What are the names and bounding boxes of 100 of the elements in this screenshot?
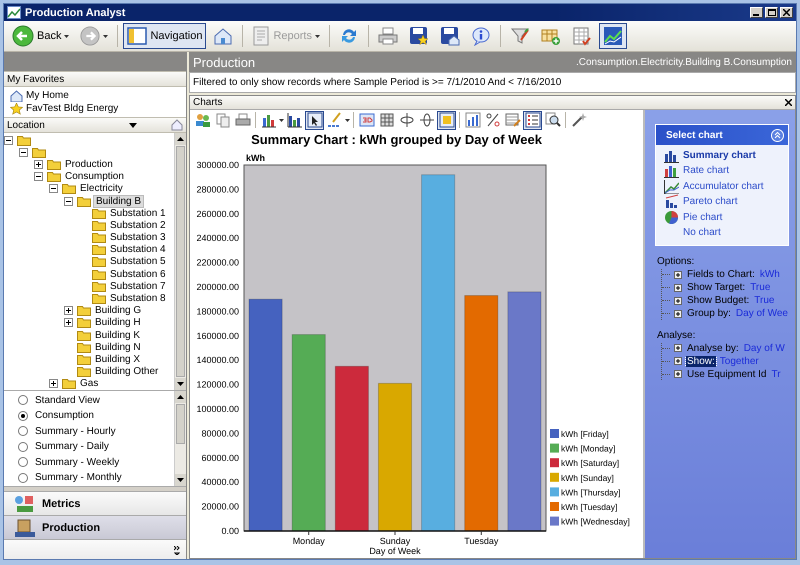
print-icon [378, 26, 398, 46]
tree-item[interactable]: Building X [93, 354, 142, 365]
expand-icon[interactable] [674, 310, 682, 318]
home-icon[interactable] [171, 119, 183, 131]
table-edit-button[interactable] [503, 110, 522, 130]
print-icon [234, 112, 250, 128]
tree-item[interactable]: Substation 1 [108, 208, 168, 219]
tree-item[interactable]: Substation 7 [108, 280, 168, 292]
favorite-item[interactable]: My Home [26, 90, 69, 101]
back-button[interactable]: Back [8, 23, 74, 49]
expand-icon[interactable] [674, 344, 682, 352]
view-option[interactable]: Summary - Hourly [35, 426, 116, 436]
scrollbar[interactable] [174, 133, 186, 390]
zoom-button[interactable] [543, 110, 562, 130]
collapse-icon[interactable] [49, 184, 58, 194]
y-tick-label: 140000.00 [196, 355, 239, 366]
tree-item[interactable]: Substation 3 [108, 232, 168, 244]
home-icon [10, 90, 23, 102]
3d-button[interactable] [357, 110, 376, 130]
folder-icon [92, 232, 106, 244]
tree-item[interactable]: Substation 6 [108, 268, 168, 280]
chart-edit-button[interactable] [463, 110, 482, 130]
percent-icon [484, 112, 500, 128]
favorite-item[interactable]: FavTest Bldg Energy [26, 103, 118, 114]
close-button[interactable] [780, 7, 793, 18]
tree-item[interactable]: Building H [93, 317, 143, 328]
chart-type-link[interactable]: No chart [664, 226, 788, 239]
report-icon [252, 26, 270, 46]
tree-item[interactable]: Building G [93, 305, 144, 316]
expand-icon[interactable] [674, 284, 682, 292]
expand-icon[interactable] [674, 296, 682, 305]
chart-type-link[interactable]: Rate chart [664, 164, 788, 177]
tree-item[interactable]: Substation 8 [108, 293, 168, 304]
tree-item[interactable]: Substation 5 [108, 256, 168, 268]
close-icon[interactable] [785, 99, 792, 106]
pointer-button[interactable] [305, 110, 324, 130]
expand-icon[interactable] [64, 306, 73, 316]
property-label[interactable]: Fields to Chart: [686, 269, 756, 280]
property-label[interactable]: Use Equipment Id [686, 368, 768, 380]
navigation-pane-button[interactable]: Production [4, 515, 186, 539]
radio-button[interactable] [18, 426, 28, 436]
scroll-down-icon[interactable] [177, 382, 184, 386]
property-label[interactable]: Show Budget: [686, 295, 750, 306]
radio-button[interactable] [18, 442, 28, 452]
view-option[interactable]: Summary - Monthly [35, 472, 122, 483]
tree-item[interactable]: Building N [93, 342, 143, 353]
expand-icon[interactable] [64, 318, 73, 328]
chart-type-link[interactable]: Summary chart [664, 149, 788, 162]
view-option[interactable]: Consumption [35, 410, 94, 421]
tree-item[interactable]: Substation 4 [108, 244, 168, 256]
chart-type-link[interactable]: Pareto chart [664, 196, 788, 208]
radio-button[interactable] [18, 472, 28, 482]
tree-item[interactable]: Electricity [78, 183, 125, 194]
radio-button[interactable] [18, 457, 28, 467]
navigation-button[interactable]: Navigation [123, 23, 206, 49]
chart-button[interactable] [285, 110, 304, 130]
navigation-pane-button[interactable]: Metrics [4, 491, 186, 515]
view-option[interactable]: Standard View [35, 394, 100, 406]
expand-icon[interactable] [34, 160, 43, 169]
tree-item[interactable]: Building Other [93, 366, 160, 378]
flip-button[interactable] [417, 110, 436, 130]
dropdown-arrow-icon[interactable] [128, 122, 137, 128]
folder-icon [92, 293, 106, 304]
minimize-button[interactable] [750, 7, 763, 18]
collapse-icon[interactable] [4, 136, 13, 145]
scroll-up-icon[interactable] [177, 395, 184, 399]
scroll-down-icon[interactable] [177, 478, 184, 482]
tree-item[interactable]: Substation 2 [108, 220, 168, 231]
scroll-up-icon[interactable] [177, 137, 184, 141]
tree-item[interactable]: Building K [93, 330, 142, 341]
expand-icon[interactable] [674, 370, 682, 378]
people-icon [194, 112, 210, 128]
chart-edit-icon [464, 112, 480, 128]
view-option[interactable]: Summary - Daily [35, 441, 109, 452]
tree-item[interactable]: Gas [78, 378, 100, 390]
expand-icon[interactable] [674, 357, 682, 366]
tree-item[interactable]: Building B [93, 194, 144, 208]
property-label[interactable]: Group by: [686, 308, 732, 320]
view-option[interactable]: Summary - Weekly [35, 456, 120, 468]
radio-button[interactable] [18, 395, 28, 405]
expand-icon[interactable] [674, 270, 682, 279]
collapse-icon[interactable] [64, 196, 73, 206]
collapse-icon[interactable] [19, 148, 28, 157]
maximize-button[interactable] [765, 7, 778, 18]
chevron-icon[interactable] [174, 546, 180, 555]
expand-icon[interactable] [49, 379, 58, 388]
chart-type-link[interactable]: Pie chart [664, 211, 788, 224]
property-label[interactable]: Analyse by: [686, 342, 740, 354]
scrollbar[interactable] [174, 391, 186, 486]
tree-item[interactable]: Production [63, 158, 115, 170]
property-label[interactable]: Show Target: [686, 282, 746, 294]
collapse-icon[interactable] [34, 172, 43, 182]
radio-button[interactable] [18, 410, 28, 420]
chart-type-link[interactable]: Accumulator chart [664, 180, 788, 192]
tree-item[interactable]: Consumption [63, 171, 126, 182]
chart-button[interactable] [598, 23, 627, 49]
folder-icon [62, 378, 76, 390]
line-chart-icon [602, 26, 623, 46]
legend-button[interactable] [523, 110, 542, 130]
property-label[interactable]: Show: [686, 356, 716, 367]
